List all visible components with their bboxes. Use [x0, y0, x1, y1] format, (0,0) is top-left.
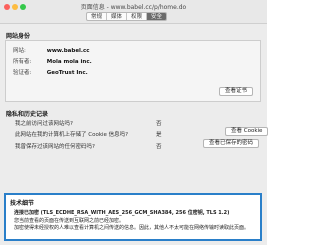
page-info-window: 页面信息 - www.babel.cc/p/home.do 常规 媒体 权限 安… — [0, 0, 269, 245]
privacy-question: 此网站在我的计算机上存储了 Cookie 信息吗? — [15, 132, 129, 138]
privacy-answer: 否 — [156, 121, 162, 127]
technical-details-panel: 技术细节 连接已加密 (TLS_ECDHE_RSA_WITH_AES_256_G… — [4, 193, 262, 241]
window-title: 页面信息 - www.babel.cc/p/home.do — [80, 4, 187, 11]
encryption-explanation: 加密使得未经授权的人难以查看计算机之间传送的信息。因此，其他人不太可能在网络传输… — [14, 225, 250, 231]
encryption-note: 您当前查看的页面在传送到互联网之前已经加密。 — [14, 218, 125, 224]
verifier-value: GeoTrust Inc. — [46, 70, 88, 76]
cipher-suite: (TLS_ECDHE_RSA_WITH_AES_256_GCM_SHA384, … — [40, 210, 230, 216]
verifier-label: 验证者: — [13, 70, 32, 76]
identity-heading: 网站身份 — [6, 33, 31, 40]
identity-row-owner: 所有者: Mola mola inc. — [13, 57, 92, 65]
tab-bar: 常规 媒体 权限 安全 — [86, 12, 168, 21]
privacy-heading: 隐私和历史记录 — [6, 111, 49, 118]
encryption-status: 连接已加密 (TLS_ECDHE_RSA_WITH_AES_256_GCM_SH… — [14, 209, 229, 216]
identity-panel: 网站: www.babel.cc 所有者: Mola mola inc. 验证者… — [5, 40, 261, 102]
tab-general[interactable]: 常规 — [87, 13, 108, 20]
technical-heading: 技术细节 — [10, 200, 35, 207]
view-certificate-button[interactable]: 查看证书 — [219, 87, 254, 96]
identity-row-verifier: 验证者: GeoTrust Inc. — [13, 68, 88, 76]
title-bar: 页面信息 - www.babel.cc/p/home.do 常规 媒体 权限 安… — [0, 0, 267, 24]
identity-row-website: 网站: www.babel.cc — [13, 46, 90, 54]
tab-media[interactable]: 媒体 — [107, 13, 128, 20]
view-cookies-button[interactable]: 查看 Cookie — [225, 127, 269, 136]
website-value: www.babel.cc — [46, 48, 90, 54]
view-saved-passwords-button[interactable]: 查看已保存的密码 — [203, 139, 260, 148]
website-label: 网站: — [13, 48, 26, 54]
privacy-question: 我之前访问过该网站吗? — [15, 121, 73, 127]
owner-value: Mola mola inc. — [46, 59, 92, 65]
owner-label: 所有者: — [13, 59, 32, 65]
privacy-answer: 否 — [156, 144, 162, 150]
encryption-status-label: 连接已加密 — [14, 210, 40, 216]
tab-security[interactable]: 安全 — [147, 13, 167, 20]
privacy-panel: 我之前访问过该网站吗? 否 此网站在我的计算机上存储了 Cookie 信息吗? … — [5, 118, 269, 156]
tab-permissions[interactable]: 权限 — [127, 13, 148, 20]
privacy-question: 我曾保存过该网站的任何密码吗? — [15, 144, 95, 150]
privacy-answer: 是 — [156, 132, 162, 138]
